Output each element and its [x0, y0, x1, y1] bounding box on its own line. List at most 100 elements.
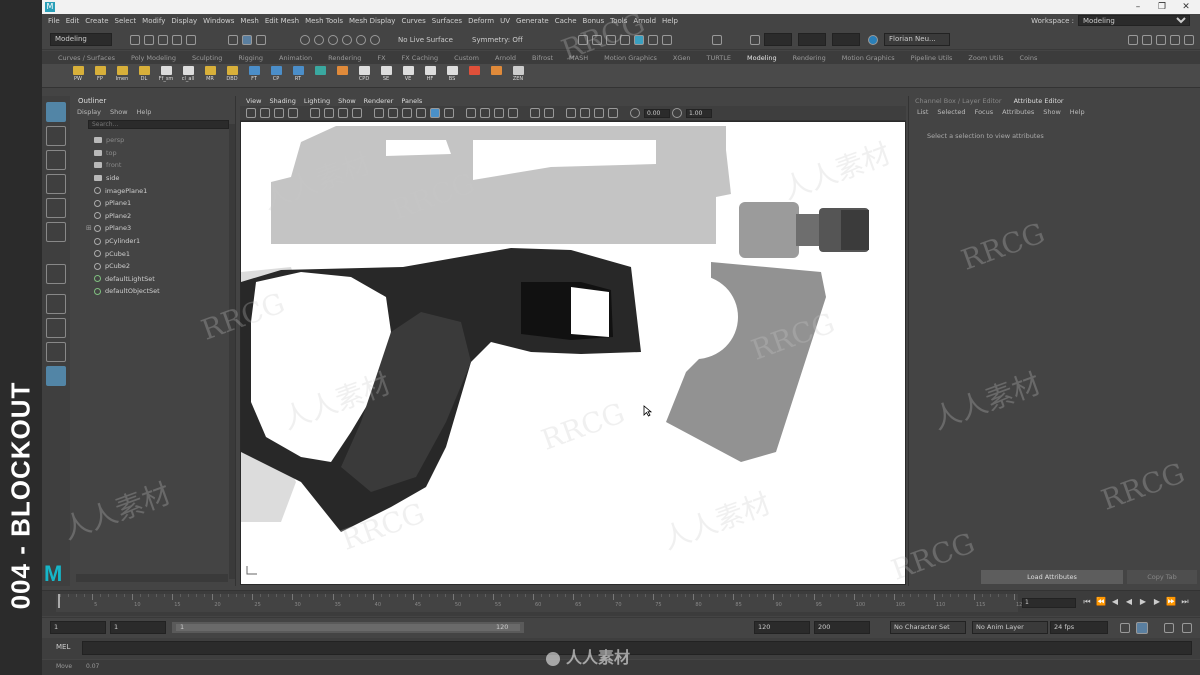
shelf-tab[interactable]: FX Caching — [402, 54, 439, 62]
translate-y-field[interactable] — [798, 33, 826, 46]
shelf-tab[interactable]: Rendering — [793, 54, 826, 62]
step-back-key-icon[interactable]: ⏪ — [1096, 597, 1106, 607]
outliner-item[interactable]: pCylinder1 — [72, 235, 230, 248]
shelf-tab[interactable]: TURTLE — [707, 54, 731, 62]
shelf-tab[interactable]: Poly Modeling — [131, 54, 176, 62]
outliner-horizontal-scrollbar[interactable] — [76, 574, 228, 582]
shelf-tab[interactable]: Sculpting — [192, 54, 222, 62]
end-frame-field[interactable]: 200 — [814, 621, 870, 634]
frame-icon[interactable] — [608, 108, 618, 118]
menu-mesh[interactable]: Mesh — [240, 17, 258, 25]
shelf-button[interactable]: Ff_sm — [158, 66, 174, 82]
viewport-menu-lighting[interactable]: Lighting — [304, 97, 330, 105]
viewport-menu-show[interactable]: Show — [338, 97, 356, 105]
playback-start-field[interactable]: 1 — [110, 621, 166, 634]
new-scene-icon[interactable] — [130, 35, 140, 45]
menu-mesh-display[interactable]: Mesh Display — [349, 17, 395, 25]
xray-icon[interactable] — [480, 108, 490, 118]
load-attributes-button[interactable]: Load Attributes — [981, 570, 1123, 584]
pause-icon[interactable] — [712, 35, 722, 45]
outliner-item[interactable]: persp — [72, 134, 230, 147]
shelf-tab[interactable]: MASH — [569, 54, 588, 62]
viewport-menu-view[interactable]: View — [246, 97, 261, 105]
live-surface-label[interactable]: No Live Surface — [398, 36, 453, 44]
shelf-tab[interactable]: Curves / Surfaces — [58, 54, 115, 62]
hypershade-icon[interactable] — [620, 35, 630, 45]
outliner-item[interactable]: front — [72, 159, 230, 172]
outliner-item[interactable]: defaultObjectSet — [72, 285, 230, 298]
user-account-dropdown[interactable]: Florian Neu... — [884, 33, 950, 46]
move-tool-icon[interactable] — [46, 174, 66, 194]
shelf-button[interactable]: DL — [136, 66, 152, 82]
gate-mask-icon[interactable] — [352, 108, 362, 118]
translate-z-field[interactable] — [832, 33, 860, 46]
menu-display[interactable]: Display — [171, 17, 197, 25]
shelf-button[interactable] — [466, 66, 482, 76]
current-frame-field[interactable]: 1 — [1022, 598, 1076, 608]
viewport-menu-shading[interactable]: Shading — [269, 97, 295, 105]
outliner-search-input[interactable]: Search... — [88, 120, 229, 129]
ae-menu-list[interactable]: List — [917, 108, 928, 116]
scale-tool-icon[interactable] — [46, 222, 66, 242]
depth-of-field-icon[interactable] — [566, 108, 576, 118]
shelf-button[interactable]: cl_all — [180, 66, 196, 82]
camera-select-icon[interactable] — [246, 108, 256, 118]
step-forward-key-icon[interactable]: ⏩ — [1166, 597, 1176, 607]
shelf-tab[interactable]: Arnold — [495, 54, 516, 62]
snap-surface-icon[interactable] — [356, 35, 366, 45]
outliner-item[interactable]: side — [72, 172, 230, 185]
start-frame-field[interactable]: 1 — [50, 621, 106, 634]
save-scene-icon[interactable] — [158, 35, 168, 45]
menu-file[interactable]: File — [48, 17, 60, 25]
shadows-icon[interactable] — [444, 108, 454, 118]
shelf-button[interactable] — [312, 66, 328, 76]
mel-label[interactable]: MEL — [56, 643, 70, 651]
shelf-button[interactable]: Imen — [114, 66, 130, 82]
use-all-lights-icon[interactable] — [430, 108, 440, 118]
menu-surfaces[interactable]: Surfaces — [432, 17, 462, 25]
outliner-menu-show[interactable]: Show — [110, 108, 128, 116]
shelf-tab[interactable]: Motion Graphics — [842, 54, 895, 62]
film-gate-icon[interactable] — [324, 108, 334, 118]
shelf-button[interactable]: PW — [70, 66, 86, 82]
outliner-toggle-icon[interactable] — [1184, 35, 1194, 45]
ae-menu-show[interactable]: Show — [1043, 108, 1061, 116]
shelf-button[interactable]: HF — [422, 66, 438, 82]
outliner-item[interactable]: top — [72, 147, 230, 160]
shelf-tab[interactable]: Bifrost — [532, 54, 553, 62]
step-forward-frame-icon[interactable]: ▶ — [1152, 597, 1162, 607]
render-frame-icon[interactable] — [578, 35, 588, 45]
outliner-item[interactable]: pCube1 — [72, 247, 230, 260]
shelf-tab[interactable]: Animation — [279, 54, 312, 62]
loop-icon[interactable] — [1120, 623, 1130, 633]
menu-mesh-tools[interactable]: Mesh Tools — [305, 17, 343, 25]
expand-icon[interactable]: ⊞ — [86, 224, 92, 232]
mel-command-input[interactable] — [82, 641, 1192, 655]
menuset-dropdown[interactable]: Modeling — [50, 33, 112, 46]
shelf-button[interactable]: RT — [290, 66, 306, 82]
shelf-tab[interactable]: Coins — [1020, 54, 1038, 62]
step-back-frame-icon[interactable]: ◀ — [1110, 597, 1120, 607]
shelf-button[interactable]: FP — [92, 66, 108, 82]
menu-create[interactable]: Create — [85, 17, 108, 25]
paint-select-tool-icon[interactable] — [46, 150, 66, 170]
rotate-tool-icon[interactable] — [46, 198, 66, 218]
redo-icon[interactable] — [186, 35, 196, 45]
snap-point-icon[interactable] — [328, 35, 338, 45]
shelf-tab-modeling[interactable]: Modeling — [747, 54, 777, 62]
menu-help[interactable]: Help — [662, 17, 678, 25]
ambient-occlusion-icon[interactable] — [530, 108, 540, 118]
shelf-tab[interactable]: Pipeline Utils — [911, 54, 953, 62]
viewport-menu-panels[interactable]: Panels — [401, 97, 422, 105]
render-view-icon[interactable] — [648, 35, 658, 45]
render-settings-icon[interactable] — [606, 35, 616, 45]
shelf-button[interactable]: ZEN — [510, 66, 526, 82]
gamma-field[interactable]: 1.00 — [686, 109, 712, 118]
outliner-menu-display[interactable]: Display — [77, 108, 101, 116]
shelf-button[interactable]: DBD — [224, 66, 240, 82]
menu-edit[interactable]: Edit — [66, 17, 80, 25]
outliner-vertical-scrollbar[interactable] — [229, 124, 235, 579]
smooth-shade-icon[interactable] — [388, 108, 398, 118]
select-object-icon[interactable] — [242, 35, 252, 45]
exposure-icon[interactable] — [630, 108, 640, 118]
